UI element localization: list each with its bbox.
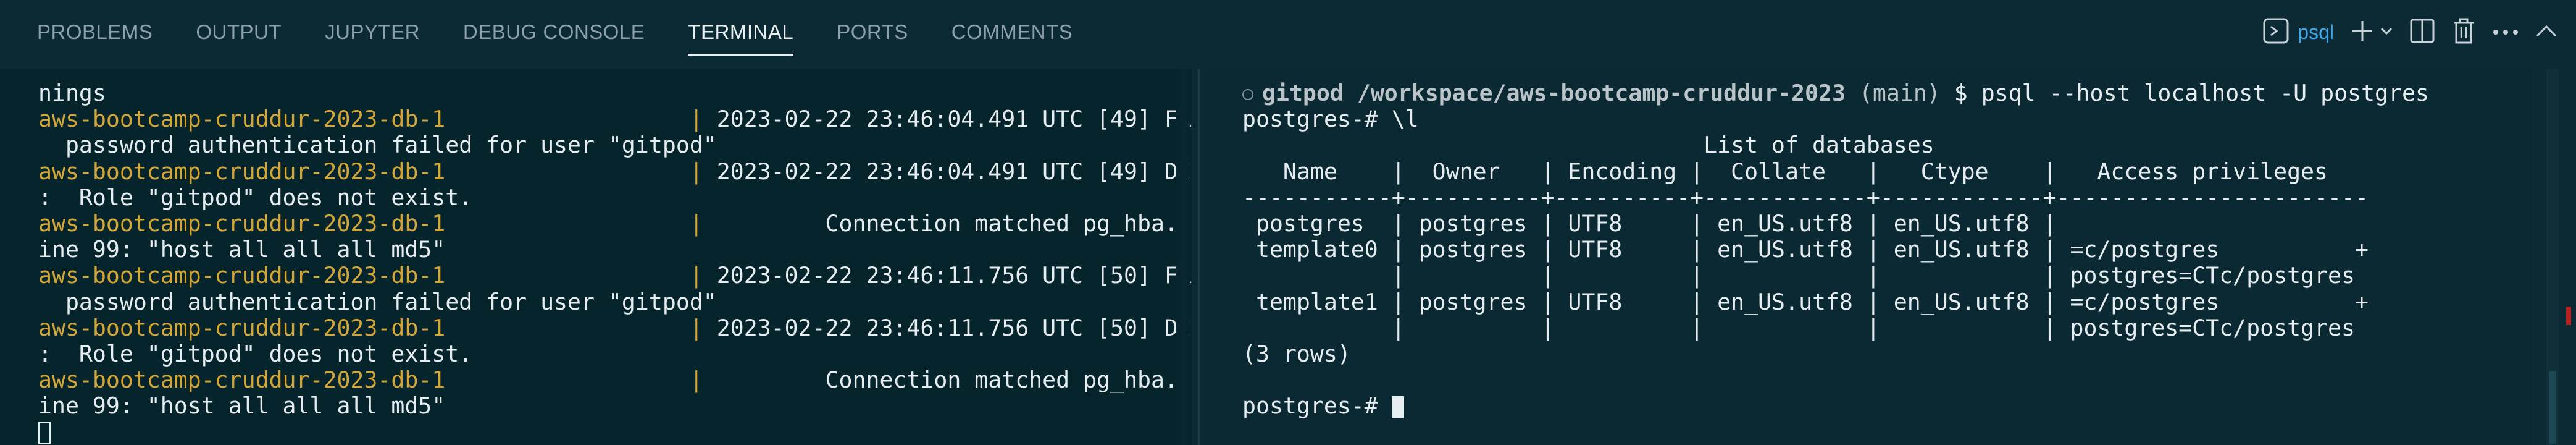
terminal-line: : Role "gitpod" does not exist. xyxy=(38,340,473,367)
split-icon xyxy=(2409,18,2435,46)
psql-line xyxy=(1242,367,2429,393)
right-scrollbar-thumb[interactable] xyxy=(2549,371,2556,444)
terminal-name-label: psql xyxy=(2298,20,2334,43)
panel-actions: psql xyxy=(2247,0,2557,64)
psql-line: List of databases xyxy=(1242,132,2429,158)
terminal-left-pane[interactable]: nings aws-bootcamp-cruddur-2023-db-1 | 20… xyxy=(0,69,1192,445)
psql-line: template0 | postgres | UTF8 | en_US.utf8… xyxy=(1242,237,2429,263)
terminal-line: aws-bootcamp-cruddur-2023-db-1 | 2023-02… xyxy=(38,315,1192,341)
command-decoration-icon[interactable] xyxy=(1242,88,1253,100)
psql-text: | | | | | postgres=CTc/postgres xyxy=(1242,262,2355,289)
log-separator: | xyxy=(445,314,717,341)
scroll-marker xyxy=(2566,307,2571,325)
tab-problems[interactable]: PROBLEMS xyxy=(37,0,153,64)
terminal-line: aws-bootcamp-cruddur-2023-db-1 | Connect… xyxy=(38,367,1192,393)
terminal-line: aws-bootcamp-cruddur-2023-db-1 | 2023-02… xyxy=(38,263,1192,289)
psql-text: template0 | postgres | UTF8 | en_US.utf8… xyxy=(1242,236,2369,263)
log-separator: | xyxy=(445,106,717,133)
terminal-line: aws-bootcamp-cruddur-2023-db-1 | 2023-02… xyxy=(38,106,1192,132)
terminal-right-pane[interactable]: gitpod /workspace/aws-bootcamp-cruddur-2… xyxy=(1204,69,2532,445)
psql-line: -----------+----------+----------+------… xyxy=(1242,184,2429,211)
terminal-icon xyxy=(2263,18,2289,46)
log-separator: | xyxy=(445,262,717,289)
service-name: aws-bootcamp-cruddur-2023-db-1 xyxy=(38,210,446,237)
psql-text: List of databases xyxy=(1242,132,1934,159)
psql-line: postgres | postgres | UTF8 | en_US.utf8 … xyxy=(1242,210,2429,237)
psql-text: -----------+----------+----------+------… xyxy=(1242,184,2369,211)
log-message: 2023-02-22 23:46:04.491 UTC [49] FATAL: xyxy=(716,106,1192,133)
prompt-path: /workspace/aws-bootcamp-cruddur-2023 xyxy=(1357,80,1846,106)
prompt-user: gitpod xyxy=(1262,80,1344,106)
psql-text: postgres | postgres | UTF8 | en_US.utf8 … xyxy=(1242,210,2057,237)
more-icon xyxy=(2492,27,2519,38)
terminal-line: nings xyxy=(38,80,106,106)
left-scrollbar[interactable] xyxy=(1176,69,1190,445)
split-terminal-button[interactable] xyxy=(2409,16,2435,48)
terminal-panel: PROBLEMS OUTPUT JUPYTER DEBUG CONSOLE TE… xyxy=(0,0,2576,445)
log-message: Connection matched pg_hba.conf l xyxy=(825,367,1192,394)
trash-icon xyxy=(2451,18,2476,46)
service-name: aws-bootcamp-cruddur-2023-db-1 xyxy=(38,262,446,289)
psql-line: postgres-# xyxy=(1242,393,2429,419)
log-separator: | xyxy=(445,158,717,185)
panel-tabs: PROBLEMS OUTPUT JUPYTER DEBUG CONSOLE TE… xyxy=(37,0,1116,64)
psql-text: | | | | | postgres=CTc/postgres xyxy=(1242,314,2355,341)
tab-ports[interactable]: PORTS xyxy=(837,0,908,64)
log-separator: | xyxy=(445,210,717,237)
prompt-branch: (main) xyxy=(1859,80,1941,106)
new-terminal-button[interactable] xyxy=(2350,16,2393,48)
service-name: aws-bootcamp-cruddur-2023-db-1 xyxy=(38,106,446,133)
log-message: 2023-02-22 23:46:04.491 UTC [49] DETAIL xyxy=(716,158,1192,185)
terminal-line: ine 99: "host all all all md5" xyxy=(38,236,446,263)
terminal-line: aws-bootcamp-cruddur-2023-db-1 | 2023-02… xyxy=(38,158,1192,185)
prompt-line: gitpod /workspace/aws-bootcamp-cruddur-2… xyxy=(1242,80,2429,106)
psql-line: template1 | postgres | UTF8 | en_US.utf8… xyxy=(1242,289,2429,315)
terminal-line: ine 99: "host all all all md5" xyxy=(38,392,446,420)
chevron-down-icon[interactable] xyxy=(2380,24,2393,40)
tab-debug-console[interactable]: DEBUG CONSOLE xyxy=(463,0,645,64)
terminal-line: aws-bootcamp-cruddur-2023-db-1 | Connect… xyxy=(38,210,1192,237)
terminal-right-output: gitpod /workspace/aws-bootcamp-cruddur-2… xyxy=(1242,80,2429,419)
cursor-line xyxy=(38,419,1192,445)
cursor xyxy=(38,422,51,444)
prompt-command: $ psql --host localhost -U postgres xyxy=(1954,80,2429,106)
psql-line: postgres-# \l xyxy=(1242,106,2429,132)
psql-line: (3 rows) xyxy=(1242,341,2429,367)
tab-terminal[interactable]: TERMINAL xyxy=(688,0,794,64)
service-name: aws-bootcamp-cruddur-2023-db-1 xyxy=(38,158,446,185)
psql-line: | | | | | postgres=CTc/postgres xyxy=(1242,263,2429,289)
terminal-line: password authentication failed for user … xyxy=(38,288,717,315)
terminal-line: password authentication failed for user … xyxy=(38,132,717,159)
plus-icon xyxy=(2350,19,2375,46)
more-actions-button[interactable] xyxy=(2492,16,2519,48)
tab-jupyter[interactable]: JUPYTER xyxy=(325,0,420,64)
service-name: aws-bootcamp-cruddur-2023-db-1 xyxy=(38,314,446,341)
maximize-panel-button[interactable] xyxy=(2535,16,2557,48)
psql-output: postgres-# \l List of databases Name | O… xyxy=(1242,106,2429,419)
log-message: 2023-02-22 23:46:11.756 UTC [50] FATAL: xyxy=(716,262,1192,289)
tab-output[interactable]: OUTPUT xyxy=(196,0,282,64)
chevron-up-icon xyxy=(2535,23,2557,41)
psql-text: postgres-# \l xyxy=(1242,106,1419,133)
psql-line: | | | | | postgres=CTc/postgres xyxy=(1242,315,2429,341)
psql-text: (3 rows) xyxy=(1242,340,1351,367)
panel-tab-bar: PROBLEMS OUTPUT JUPYTER DEBUG CONSOLE TE… xyxy=(0,0,2576,64)
split-divider[interactable] xyxy=(1198,69,1200,445)
psql-text: template1 | postgres | UTF8 | en_US.utf8… xyxy=(1242,288,2369,315)
log-separator: | xyxy=(445,367,717,394)
tab-comments[interactable]: COMMENTS xyxy=(951,0,1073,64)
psql-text: Name | Owner | Encoding | Collate | Ctyp… xyxy=(1242,158,2328,185)
terminal-line: : Role "gitpod" does not exist. xyxy=(38,184,473,211)
kill-terminal-button[interactable] xyxy=(2451,16,2476,48)
psql-line: Name | Owner | Encoding | Collate | Ctyp… xyxy=(1242,158,2429,185)
terminal-selector-button[interactable]: psql xyxy=(2263,16,2334,48)
cursor xyxy=(1391,396,1404,418)
psql-text: postgres-# xyxy=(1242,392,1392,420)
log-message: Connection matched pg_hba.conf l xyxy=(825,210,1192,237)
terminal-left-output: nings aws-bootcamp-cruddur-2023-db-1 | 20… xyxy=(38,80,1192,445)
service-name: aws-bootcamp-cruddur-2023-db-1 xyxy=(38,367,446,394)
log-message: 2023-02-22 23:46:11.756 UTC [50] DETAIL xyxy=(716,314,1192,341)
